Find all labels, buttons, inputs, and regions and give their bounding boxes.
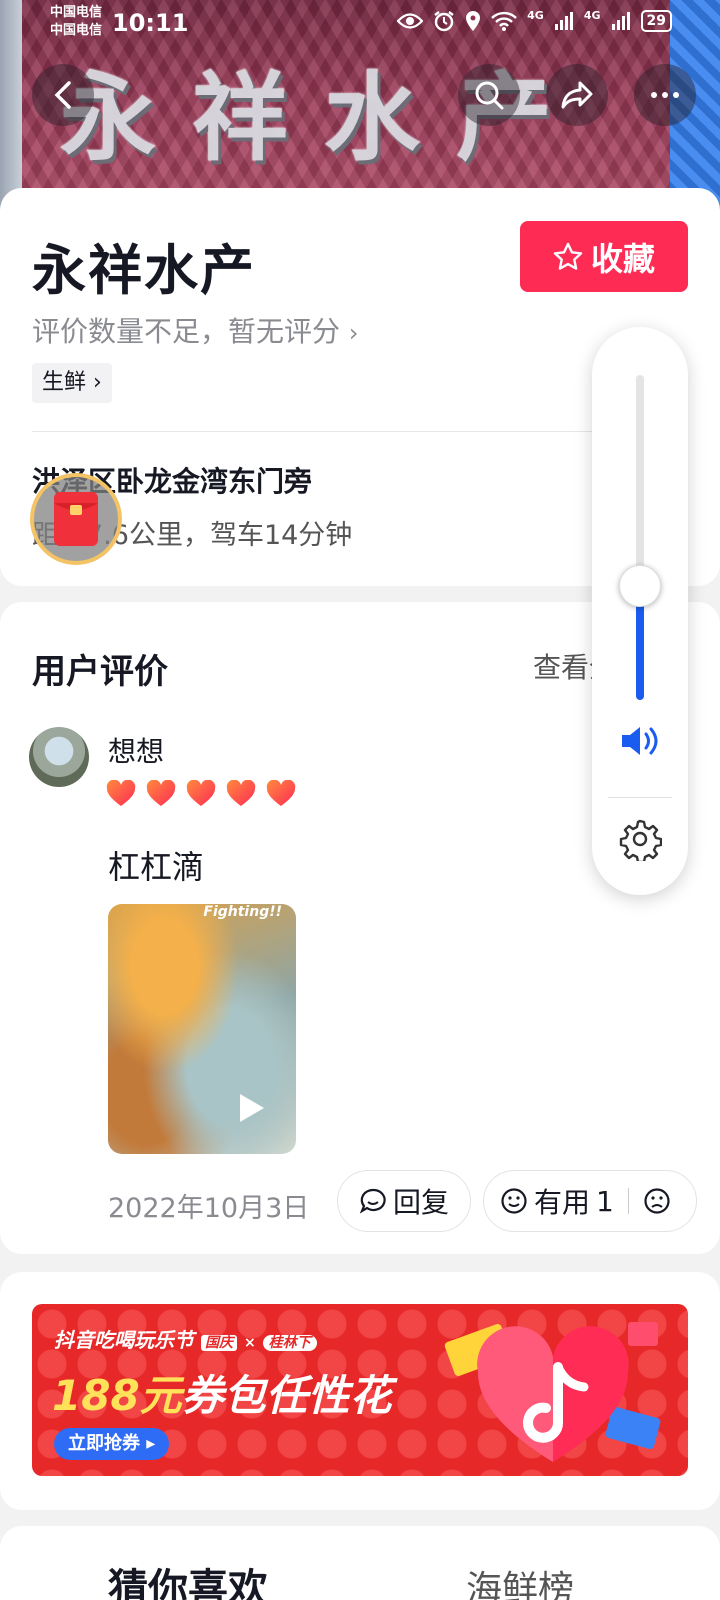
promo-banner[interactable]: 抖音吃喝玩乐节 国庆 × 桂林下 188元券包任性花 立即抢券 ▸ [32,1304,688,1476]
reply-label: 回复 [392,1186,449,1219]
status-bar: 中国电信 中国电信 10:11 4G 4G 29 [0,0,720,46]
rating-link[interactable]: 评价数量不足，暂无评分 › [32,310,359,350]
share-icon [561,81,593,109]
frown-icon[interactable] [643,1187,671,1215]
volume-slider-handle[interactable] [619,565,661,607]
network-label-1: 4G [527,8,544,22]
pill-separator [627,1188,629,1214]
volume-panel [592,327,688,895]
carrier-1: 中国电信 [50,5,103,20]
useful-count: 1 [596,1184,614,1218]
network-label-2: 4G [583,8,601,22]
category-tag[interactable]: 生鲜 › [32,363,112,403]
red-envelope-icon [54,492,98,546]
useful-label[interactable]: 有用 [534,1181,590,1221]
signal-icon-1 [554,12,573,30]
promo-card: 抖音吃喝玩乐节 国庆 × 桂林下 188元券包任性花 立即抢券 ▸ [0,1272,720,1510]
smile-icon[interactable] [500,1187,528,1215]
reviewer-name[interactable]: 想想 [108,730,164,770]
promo-claim-button[interactable]: 立即抢券 ▸ [54,1428,170,1460]
promo-amount: 188元 [52,1371,182,1420]
reply-button[interactable]: 回复 [337,1170,471,1232]
recommend-card: 猜你喜欢 海鲜榜 [0,1526,720,1600]
chevron-left-icon [54,81,71,109]
heart-rating [106,780,296,808]
heart-icon [106,780,136,806]
more-button[interactable] [634,64,696,126]
rating-text: 评价数量不足，暂无评分 [32,315,341,348]
share-button[interactable] [546,64,608,126]
promo-top-line: 抖音吃喝玩乐节 国庆 × 桂林下 [54,1324,317,1353]
review-date: 2022年10月3日 [108,1193,310,1224]
tab-guess-you-like[interactable]: 猜你喜欢 [108,1556,268,1600]
divider [608,797,672,798]
signal-icon-2 [611,12,630,30]
heart-icon [186,780,216,806]
promo-tag-1: 国庆 [200,1335,237,1351]
volume-slider[interactable] [636,375,644,700]
speaker-icon[interactable] [618,723,662,759]
star-icon [553,242,583,270]
video-caption: Fighting!! [203,904,282,920]
review-video-thumbnail[interactable]: Fighting!! [108,904,296,1154]
chevron-right-icon: › [348,319,359,347]
divider [32,431,688,432]
more-icon [651,92,679,98]
heart-logo-art [444,1322,661,1462]
clock: 10:11 [112,9,189,37]
promo-headline: 188元券包任性花 [52,1362,392,1423]
heart-icon [146,780,176,806]
wifi-icon [491,11,517,31]
alarm-icon [434,11,454,32]
favorite-button[interactable]: 收藏 [520,221,688,292]
back-button[interactable] [32,64,94,126]
favorite-label: 收藏 [590,239,655,278]
category-tag-label: 生鲜 [42,370,87,395]
heart-icon [266,780,296,806]
search-button[interactable] [458,64,520,126]
promo-x: × [243,1335,256,1351]
comment-icon [359,1188,386,1214]
review-text: 杠杠滴 [108,848,205,886]
useful-button-group: 有用 1 [483,1170,697,1232]
heart-icon [226,780,256,806]
carrier-2: 中国电信 [50,23,103,38]
shop-name: 永祥水产 [32,239,256,302]
promo-headline-text: 券包任性花 [181,1371,392,1420]
promo-claim-label: 立即抢券 [68,1433,140,1454]
status-icons: 4G 4G 29 [397,8,672,32]
eye-icon [397,13,424,29]
location-icon [466,11,481,31]
promo-tag-2: 桂林下 [262,1335,317,1351]
chevron-right-icon: › [86,370,102,395]
play-icon [240,1094,264,1122]
battery-indicator: 29 [640,10,672,32]
promo-event-name: 抖音吃喝玩乐节 [54,1328,194,1352]
red-packet-float[interactable] [30,473,122,565]
tab-seafood-ranking[interactable]: 海鲜榜 [466,1560,574,1600]
carrier-labels: 中国电信 中国电信 [50,4,102,40]
reviews-title: 用户评价 [32,652,168,692]
search-icon [475,81,504,110]
avatar[interactable] [29,727,89,787]
gear-icon[interactable] [618,817,662,861]
